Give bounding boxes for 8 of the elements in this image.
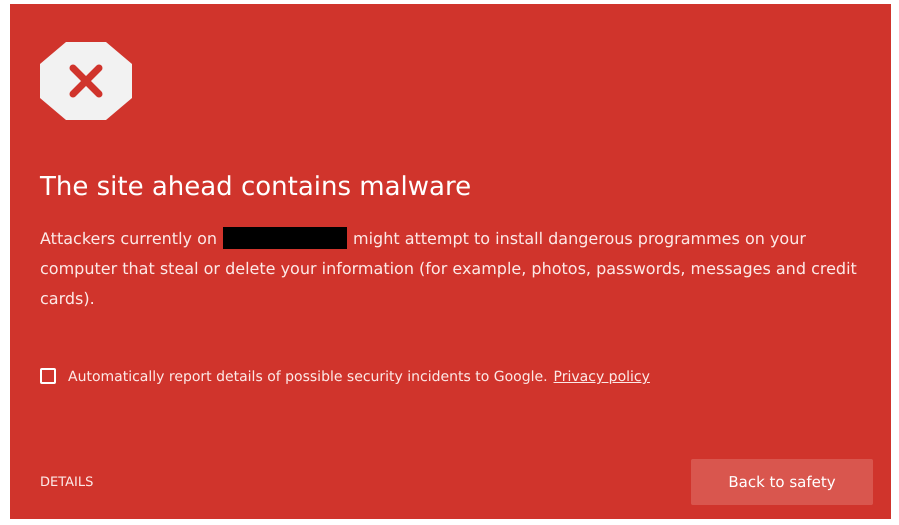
error-icon [40, 42, 132, 120]
warning-title: The site ahead contains malware [40, 172, 472, 202]
report-label: Automatically report details of possible security incidents to Google. [68, 369, 548, 385]
details-button[interactable]: DETAILS [40, 470, 94, 494]
warning-message: Attackers currently on might attempt to install dangerous programmes on your computer that steal or delete your information (for example, photos, passwords, messages and credit cards). [40, 226, 858, 310]
report-checkbox[interactable] [40, 368, 56, 384]
privacy-policy-link[interactable]: Privacy policy [554, 369, 650, 385]
back-to-safety-button[interactable]: Back to safety [691, 459, 873, 505]
